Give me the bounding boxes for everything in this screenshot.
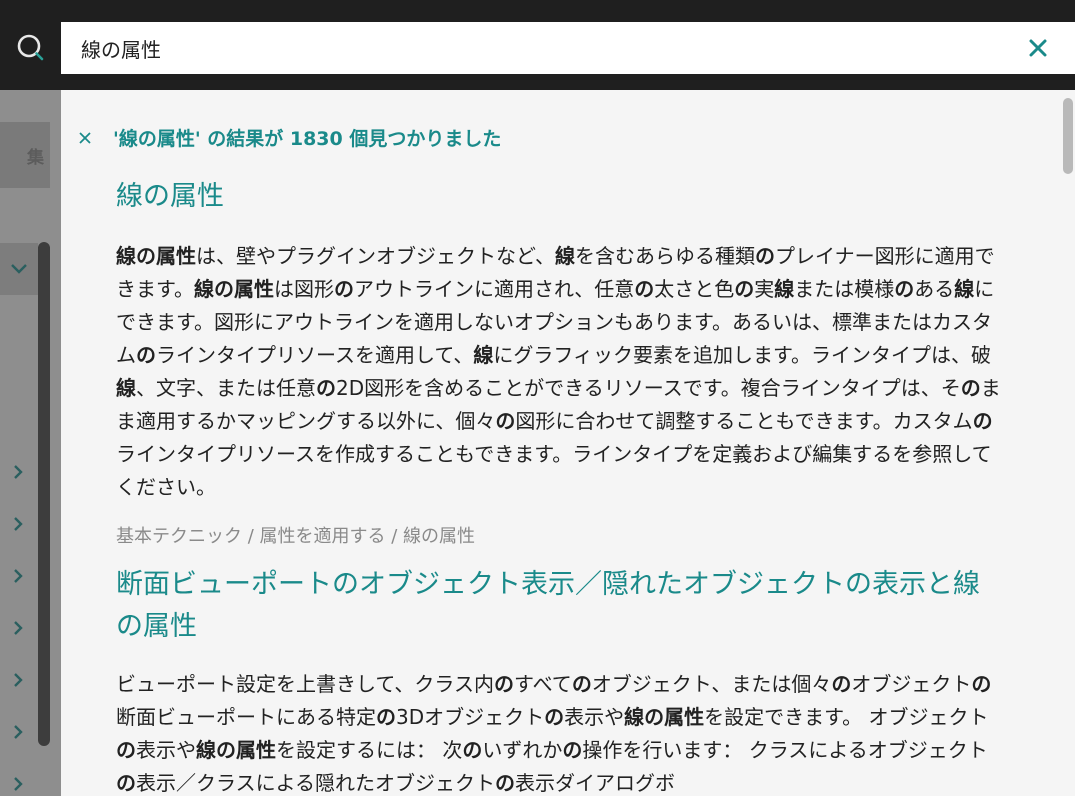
- clear-search-button[interactable]: [1023, 33, 1053, 63]
- search-input[interactable]: [61, 22, 1075, 74]
- search-bar: [0, 0, 1075, 90]
- chevron-right-icon[interactable]: [6, 720, 30, 744]
- chevron-right-icon[interactable]: [6, 460, 30, 484]
- search-icon[interactable]: [0, 22, 61, 74]
- close-results-button[interactable]: [79, 131, 97, 144]
- chevron-right-icon[interactable]: [6, 512, 30, 536]
- chevron-right-icon[interactable]: [6, 772, 30, 796]
- search-results-panel: '線の属性' の結果が 1830 個見つかりました 線の属性 線の属性は、壁やプ…: [61, 90, 1075, 796]
- result-title-link[interactable]: 断面ビューポートのオブジェクト表示／隠れたオブジェクトの表示と線の属性: [116, 564, 1001, 648]
- chevron-down-icon: [11, 264, 27, 274]
- results-scrollbar[interactable]: [1063, 98, 1073, 174]
- chevron-right-icon[interactable]: [6, 564, 30, 588]
- result-snippet: ビューポート設定を上書きして、クラス内のすべてのオブジェクト、または個々のオブジ…: [116, 672, 992, 795]
- search-result: 断面ビューポートのオブジェクト表示／隠れたオブジェクトの表示と線の属性 ビューポ…: [116, 564, 1001, 796]
- sidebar-tab-edit[interactable]: 集: [0, 122, 50, 188]
- results-summary: '線の属性' の結果が 1830 個見つかりました: [79, 124, 501, 151]
- close-icon: [1029, 39, 1047, 57]
- chevron-right-icon[interactable]: [6, 616, 30, 640]
- results-count-text: '線の属性' の結果が 1830 個見つかりました: [113, 128, 502, 150]
- result-breadcrumb: 基本テクニック / 属性を適用する / 線の属性: [116, 526, 476, 547]
- sidebar-scrollbar[interactable]: [38, 242, 50, 746]
- sidebar-tab-label: 集: [27, 147, 44, 168]
- sidebar-overlay: 集: [0, 90, 61, 796]
- sidebar-expanded-row[interactable]: [0, 243, 38, 295]
- close-icon: [79, 131, 91, 144]
- result-snippet: 線の属性は、壁やプラグインオブジェクトなど、線を含むあらゆる種類のプレイナー図形…: [116, 244, 1001, 499]
- search-result: 線の属性 線の属性は、壁やプラグインオブジェクトなど、線を含むあらゆる種類のプレ…: [116, 176, 1001, 548]
- result-title-link[interactable]: 線の属性: [116, 176, 1001, 218]
- chevron-right-icon[interactable]: [6, 668, 30, 692]
